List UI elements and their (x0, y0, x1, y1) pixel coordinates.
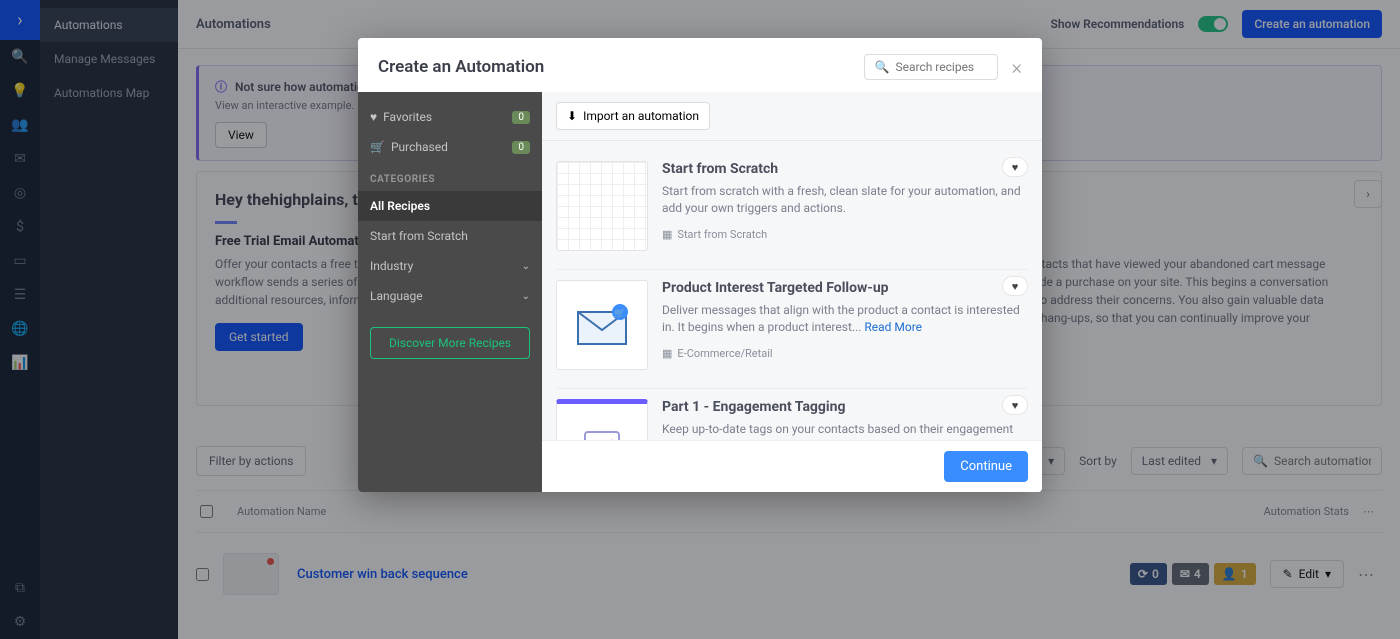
chart-line-icon (577, 426, 627, 440)
recipes-toolbar: ⬇Import an automation (542, 92, 1042, 141)
continue-button[interactable]: Continue (944, 451, 1028, 482)
recipe-desc: Start from scratch with a fresh, clean s… (662, 183, 1028, 218)
recipe-search-input[interactable] (895, 60, 986, 74)
chevron-down-icon: ⌄ (522, 261, 530, 272)
recipe-item[interactable]: Part 1 - Engagement Tagging Keep up-to-d… (556, 389, 1028, 440)
discover-more-button[interactable]: Discover More Recipes (370, 327, 530, 359)
close-icon[interactable]: × (1012, 55, 1022, 79)
recipe-list[interactable]: Start from Scratch Start from scratch wi… (542, 141, 1042, 440)
modal-title: Create an Automation (378, 57, 544, 77)
cat-start-scratch[interactable]: Start from Scratch (358, 221, 542, 251)
recipe-desc: Deliver messages that align with the pro… (662, 302, 1028, 337)
recipe-item[interactable]: Start from Scratch Start from scratch wi… (556, 151, 1028, 270)
cat-language[interactable]: Language⌄ (358, 281, 542, 311)
recipe-title: Part 1 - Engagement Tagging (662, 399, 1028, 415)
recipes-panel: ⬇Import an automation Start from Scratch… (542, 92, 1042, 492)
recipe-category: ▦E-Commerce/Retail (662, 347, 1028, 360)
search-icon: 🔍 (875, 60, 890, 74)
modal-header: Create an Automation 🔍 × (358, 38, 1042, 92)
favorites-count: 0 (512, 111, 530, 124)
cart-icon: 🛒 (370, 140, 385, 154)
envelope-icon: 🛒 (572, 300, 632, 350)
categories-header: CATEGORIES (358, 162, 542, 191)
purchased-count: 0 (512, 141, 530, 154)
favorite-button[interactable]: ♥ (1002, 395, 1028, 415)
heart-icon: ♥ (370, 110, 377, 124)
cat-purchased[interactable]: 🛒 Purchased 0 (358, 132, 542, 162)
recipe-title: Product Interest Targeted Follow-up (662, 280, 1028, 296)
cat-all-recipes[interactable]: All Recipes (358, 191, 542, 221)
recipe-desc: Keep up-to-date tags on your contacts ba… (662, 421, 1028, 440)
modal-search[interactable]: 🔍 (864, 54, 998, 80)
import-automation-button[interactable]: ⬇Import an automation (556, 102, 710, 130)
download-icon: ⬇ (567, 109, 577, 123)
cat-favorites[interactable]: ♥ Favorites 0 (358, 102, 542, 132)
grid-icon: ▦ (662, 228, 672, 241)
heart-icon: ♥ (1012, 399, 1019, 412)
modal-overlay[interactable]: Create an Automation 🔍 × ♥ Favorites 0 🛒… (0, 0, 1400, 639)
grid-icon: ▦ (662, 347, 672, 360)
read-more-link[interactable]: Read More (864, 320, 922, 334)
svg-text:🛒: 🛒 (614, 307, 625, 319)
modal-footer: Continue (542, 440, 1042, 492)
recipe-thumb: 🛒 (556, 280, 648, 370)
recipe-thumb (556, 161, 648, 251)
create-automation-modal: Create an Automation 🔍 × ♥ Favorites 0 🛒… (358, 38, 1042, 492)
recipe-category: ▦Start from Scratch (662, 228, 1028, 241)
recipe-title: Start from Scratch (662, 161, 1028, 177)
recipe-item[interactable]: 🛒 Product Interest Targeted Follow-up De… (556, 270, 1028, 389)
favorite-button[interactable]: ♥ (1002, 276, 1028, 296)
favorite-button[interactable]: ♥ (1002, 157, 1028, 177)
recipe-thumb (556, 399, 648, 440)
category-sidebar: ♥ Favorites 0 🛒 Purchased 0 CATEGORIES A… (358, 92, 542, 492)
heart-icon: ♥ (1012, 161, 1019, 174)
cat-industry[interactable]: Industry⌄ (358, 251, 542, 281)
chevron-down-icon: ⌄ (522, 291, 530, 302)
heart-icon: ♥ (1012, 280, 1019, 293)
modal-body: ♥ Favorites 0 🛒 Purchased 0 CATEGORIES A… (358, 92, 1042, 492)
